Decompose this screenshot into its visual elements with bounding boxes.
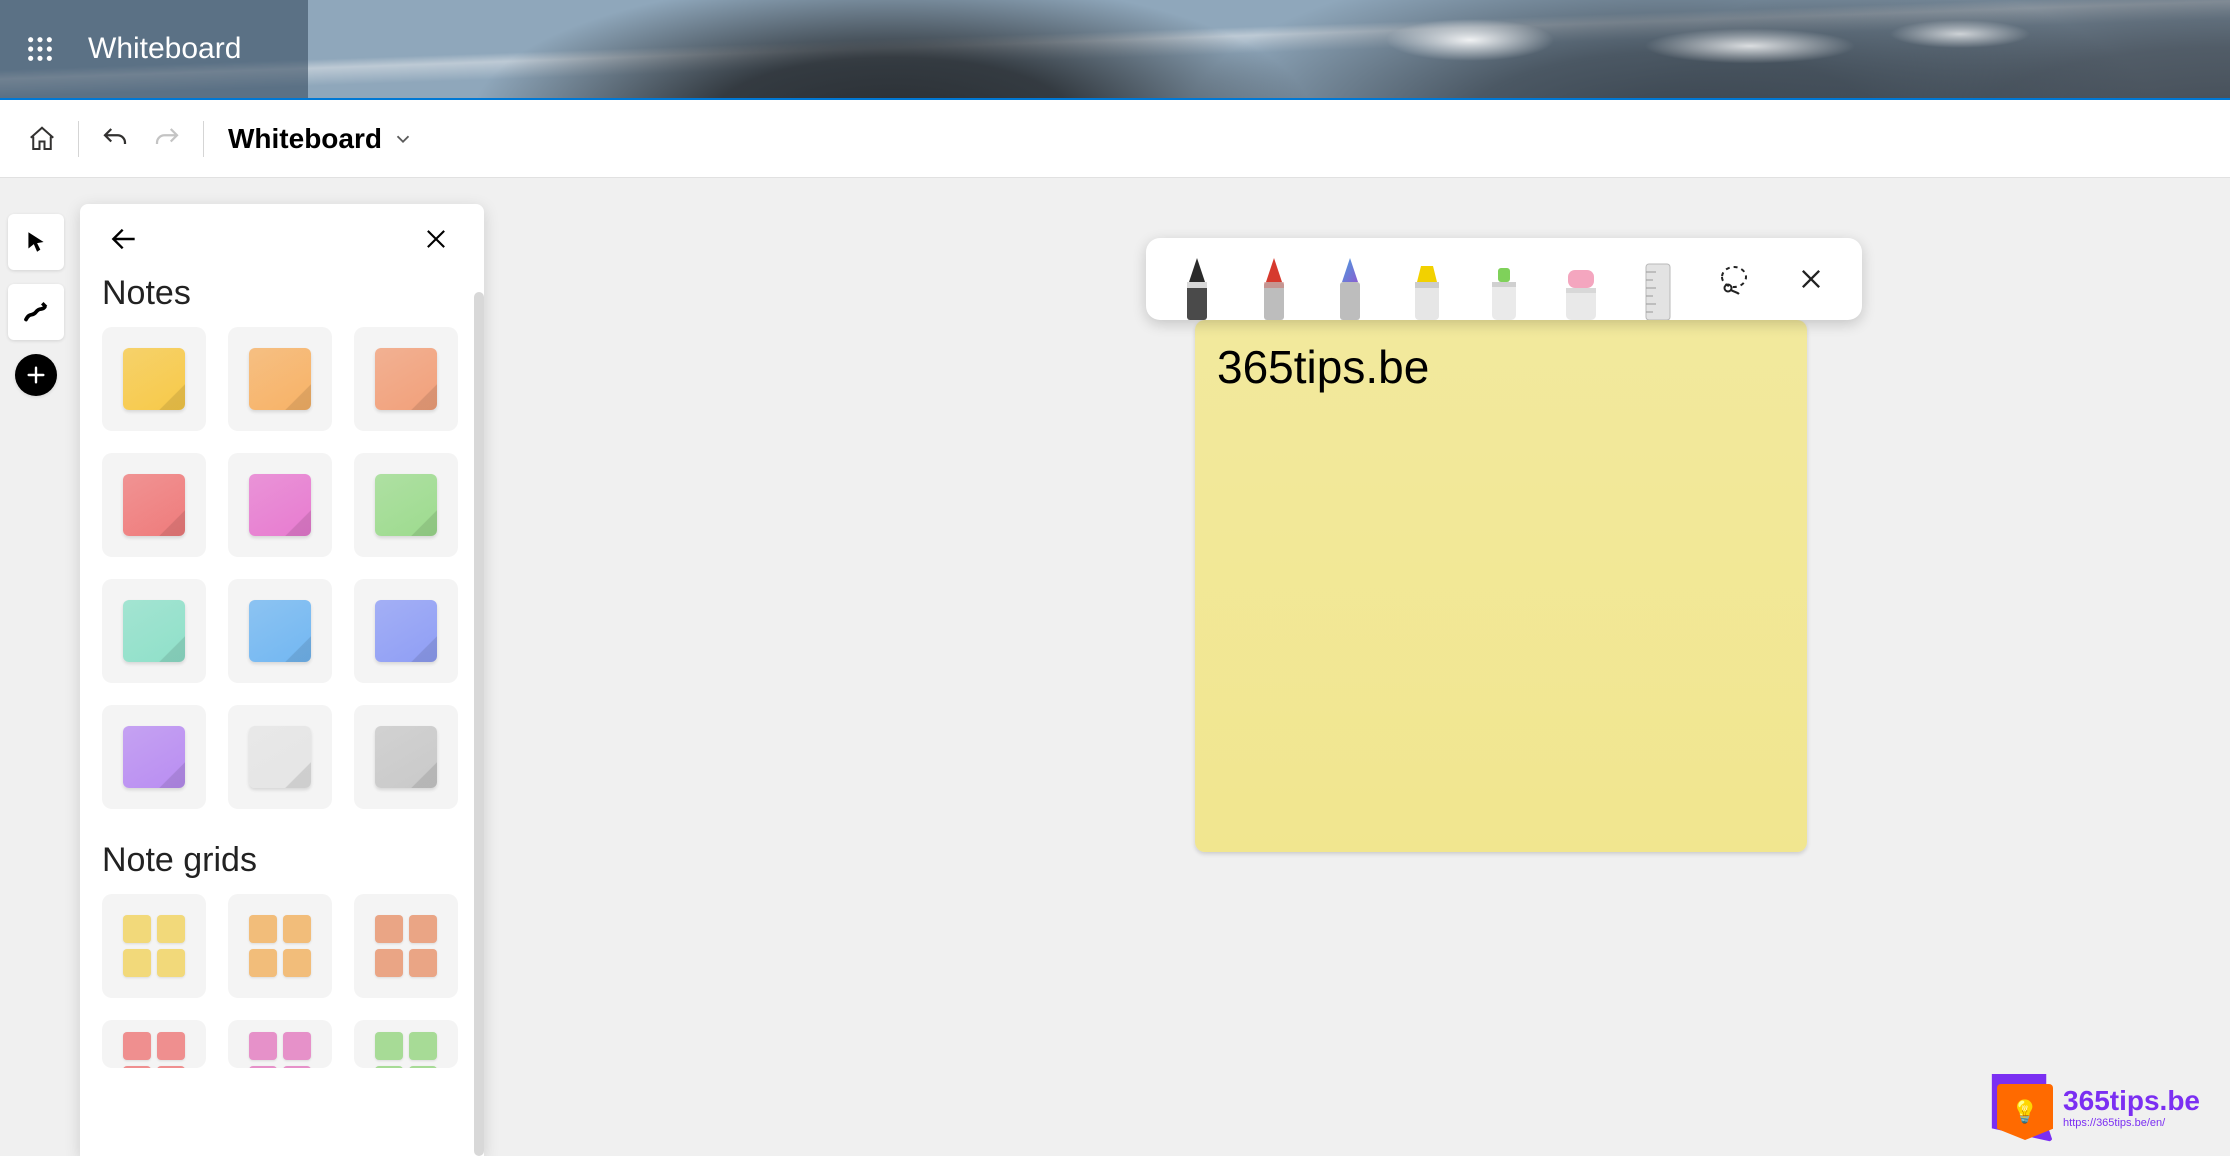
canvas-area[interactable]: Notes Note grids 365tips.be: [0, 178, 2230, 1156]
panel-back-button[interactable]: [102, 217, 146, 261]
note-icon: [249, 348, 311, 410]
note-swatch[interactable]: [354, 705, 458, 809]
note-swatch[interactable]: [354, 579, 458, 683]
note-icon: [249, 726, 311, 788]
panel-section-grids-title: Note grids: [80, 837, 484, 892]
note-swatch[interactable]: [228, 579, 332, 683]
waffle-icon: [26, 35, 54, 63]
panel-close-button[interactable]: [414, 217, 458, 261]
note-grids-swatch-grid: [80, 892, 484, 1074]
grid-icon: [375, 1032, 437, 1068]
watermark-url: https://365tips.be/en/: [2063, 1118, 2200, 1129]
rail-ink[interactable]: [8, 284, 64, 340]
ink-icon: [21, 297, 51, 327]
header-banner: Whiteboard: [0, 0, 2230, 100]
pen-galaxy[interactable]: [1314, 238, 1386, 320]
separator: [203, 121, 204, 157]
watermark-brand: 365tips.be: [2063, 1087, 2200, 1115]
undo-icon: [100, 124, 130, 154]
note-icon: [375, 348, 437, 410]
sticky-note[interactable]: 365tips.be: [1195, 320, 1807, 852]
note-icon: [249, 600, 311, 662]
plus-icon: [25, 364, 47, 386]
close-icon: [422, 225, 450, 253]
board-title-dropdown[interactable]: Whiteboard: [216, 117, 426, 161]
board-title-label: Whiteboard: [228, 123, 382, 155]
note-swatch[interactable]: [228, 453, 332, 557]
note-grid-swatch[interactable]: [354, 1020, 458, 1068]
highlighter-icon: [1403, 260, 1451, 320]
grid-icon: [375, 915, 437, 977]
note-swatch[interactable]: [102, 453, 206, 557]
note-swatch[interactable]: [354, 327, 458, 431]
note-grid-swatch[interactable]: [102, 1020, 206, 1068]
arrow-left-icon: [108, 223, 140, 255]
notes-swatch-grid: [80, 325, 484, 837]
note-icon: [123, 474, 185, 536]
note-swatch[interactable]: [102, 705, 206, 809]
note-grid-swatch[interactable]: [228, 894, 332, 998]
inking-close[interactable]: [1775, 238, 1847, 320]
highlighter-green[interactable]: [1468, 238, 1540, 320]
watermark: 💡 365tips.be https://365tips.be/en/: [1985, 1074, 2200, 1142]
pen-icon: [1175, 256, 1219, 320]
note-icon: [123, 600, 185, 662]
sticky-note-text[interactable]: 365tips.be: [1195, 320, 1807, 414]
highlighter-icon: [1480, 264, 1528, 320]
redo-button[interactable]: [143, 115, 191, 163]
eraser-icon: [1558, 266, 1604, 320]
ruler[interactable]: [1622, 238, 1694, 320]
panel-section-notes-title: Notes: [80, 260, 484, 325]
grid-icon: [249, 1032, 311, 1068]
rail-cursor[interactable]: [8, 214, 64, 270]
note-grid-swatch[interactable]: [102, 894, 206, 998]
pen-black[interactable]: [1161, 238, 1233, 320]
pen-red[interactable]: [1238, 238, 1310, 320]
note-icon: [123, 348, 185, 410]
inking-toolbar: [1146, 238, 1862, 320]
pen-icon: [1252, 256, 1296, 320]
note-swatch[interactable]: [102, 327, 206, 431]
lasso-icon: [1716, 261, 1752, 297]
panel-scrollbar[interactable]: [474, 292, 484, 1156]
chevron-down-icon: [392, 128, 414, 150]
command-bar: Whiteboard: [0, 100, 2230, 178]
note-grid-swatch[interactable]: [354, 894, 458, 998]
highlighter-yellow[interactable]: [1391, 238, 1463, 320]
note-icon: [375, 726, 437, 788]
note-icon: [123, 726, 185, 788]
home-icon: [27, 124, 57, 154]
notes-panel: Notes Note grids: [80, 204, 484, 1156]
grid-icon: [123, 1032, 185, 1068]
eraser[interactable]: [1545, 238, 1617, 320]
cursor-icon: [23, 229, 49, 255]
separator: [78, 121, 79, 157]
note-icon: [249, 474, 311, 536]
note-swatch[interactable]: [228, 705, 332, 809]
grid-icon: [123, 915, 185, 977]
note-swatch[interactable]: [102, 579, 206, 683]
lasso-select[interactable]: [1698, 238, 1770, 320]
app-title: Whiteboard: [88, 32, 241, 66]
note-icon: [375, 474, 437, 536]
watermark-logo: 💡: [1985, 1074, 2053, 1142]
home-button[interactable]: [18, 115, 66, 163]
lightbulb-icon: 💡: [2011, 1099, 2038, 1125]
note-swatch[interactable]: [354, 453, 458, 557]
note-swatch[interactable]: [228, 327, 332, 431]
tool-rail: [8, 214, 64, 396]
close-icon: [1797, 265, 1825, 293]
rail-add[interactable]: [15, 354, 57, 396]
redo-icon: [152, 124, 182, 154]
undo-button[interactable]: [91, 115, 139, 163]
ruler-icon: [1636, 262, 1680, 320]
app-launcher-button[interactable]: [0, 0, 80, 99]
pen-icon: [1328, 256, 1372, 320]
grid-icon: [249, 915, 311, 977]
note-grid-swatch[interactable]: [228, 1020, 332, 1068]
note-icon: [375, 600, 437, 662]
